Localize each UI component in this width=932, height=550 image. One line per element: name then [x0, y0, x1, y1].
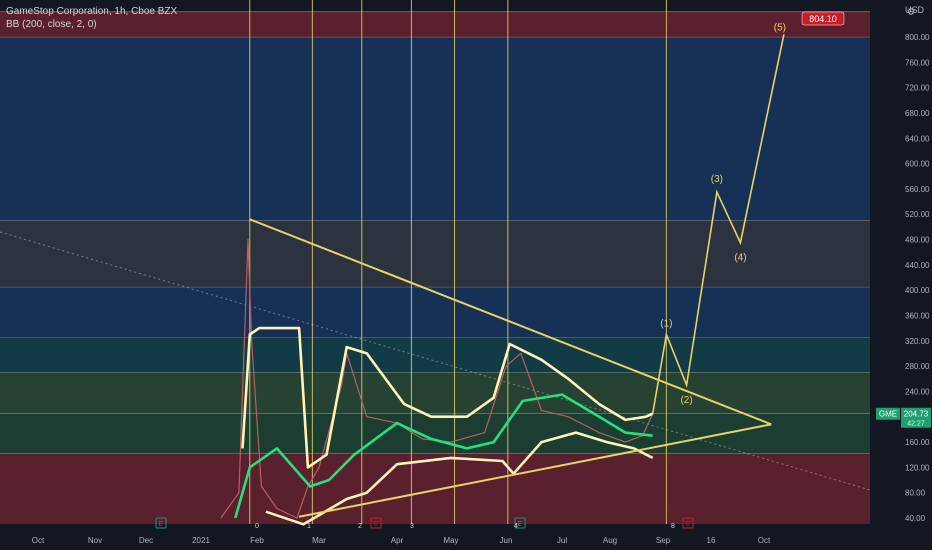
chart-canvas[interactable]: 40.0080.00120.00160.00200.00240.00280.00… — [0, 0, 932, 550]
y-tick-label: 680.00 — [905, 109, 930, 118]
x-tick-label: Jun — [500, 536, 513, 545]
x-tick-label: 2021 — [192, 536, 210, 545]
target-badge-text: 804.10 — [809, 14, 837, 24]
earnings-label: E — [518, 521, 523, 528]
y-tick-label: 40.00 — [905, 514, 926, 523]
wave-label: (3) — [711, 174, 723, 185]
y-tick-label: 640.00 — [905, 134, 930, 143]
y-tick-label: 720.00 — [905, 84, 930, 93]
price-zone-6 — [0, 37, 870, 221]
price-zone-7 — [0, 11, 870, 37]
event-number: 2 — [358, 523, 362, 530]
x-tick-label: 16 — [707, 536, 716, 545]
price-zone-2 — [0, 372, 870, 414]
y-tick-label: 800.00 — [905, 33, 930, 42]
y-tick-label: 520.00 — [905, 210, 930, 219]
y-tick-label: 320.00 — [905, 337, 930, 346]
y-tick-label: 360.00 — [905, 311, 930, 320]
earnings-label: E — [686, 521, 691, 528]
x-tick-label: Feb — [250, 536, 264, 545]
y-tick-label: 560.00 — [905, 185, 930, 194]
y-tick-label: 240.00 — [905, 387, 930, 396]
event-number: 1 — [307, 523, 311, 530]
event-number: 4 — [514, 523, 518, 530]
settings-icon[interactable]: ⚙ — [904, 8, 918, 18]
event-number: 8 — [671, 523, 675, 530]
x-tick-label: Sep — [656, 536, 671, 545]
x-tick-label: Oct — [758, 536, 771, 545]
price-zone-4 — [0, 286, 870, 338]
y-tick-label: 160.00 — [905, 438, 930, 447]
y-tick-label: 600.00 — [905, 160, 930, 169]
x-tick-label: May — [443, 536, 458, 545]
y-tick-label: 80.00 — [905, 489, 926, 498]
x-axis: Oct Nov Dec 2021 Feb Mar Apr May Jun Jul Aug Sep 16 O… — [32, 536, 771, 545]
time-axis-bg — [0, 524, 870, 550]
price-badge-text: 204.73 — [904, 410, 929, 419]
x-tick-label: Aug — [603, 536, 617, 545]
x-tick-label: Mar — [312, 536, 326, 545]
y-tick-label: 400.00 — [905, 286, 930, 295]
earnings-label: E — [159, 521, 164, 528]
price-zones — [0, 0, 932, 550]
y-tick-label: 440.00 — [905, 261, 930, 270]
price-zone-0 — [0, 453, 870, 524]
wave-label: (2) — [680, 395, 692, 406]
x-tick-label: Jul — [557, 536, 567, 545]
x-tick-label: Dec — [139, 536, 153, 545]
wave-label: (4) — [734, 253, 746, 264]
event-number: 0 — [255, 523, 259, 530]
x-tick-label: Oct — [32, 536, 45, 545]
x-tick-label: Nov — [88, 536, 102, 545]
wave-label: (5) — [774, 22, 786, 33]
y-tick-label: 280.00 — [905, 362, 930, 371]
y-tick-label: 760.00 — [905, 58, 930, 67]
earnings-label: E — [374, 521, 379, 528]
price-zone-3 — [0, 337, 870, 373]
x-tick-label: Apr — [391, 536, 404, 545]
countdown-text: 42:27 — [907, 421, 925, 428]
y-tick-label: 480.00 — [905, 236, 930, 245]
y-tick-label: 120.00 — [905, 463, 930, 472]
price-zone-1 — [0, 413, 870, 454]
event-number: 3 — [410, 523, 414, 530]
symbol-badge-text: GME — [879, 410, 897, 419]
wave-label: (1) — [660, 318, 672, 329]
